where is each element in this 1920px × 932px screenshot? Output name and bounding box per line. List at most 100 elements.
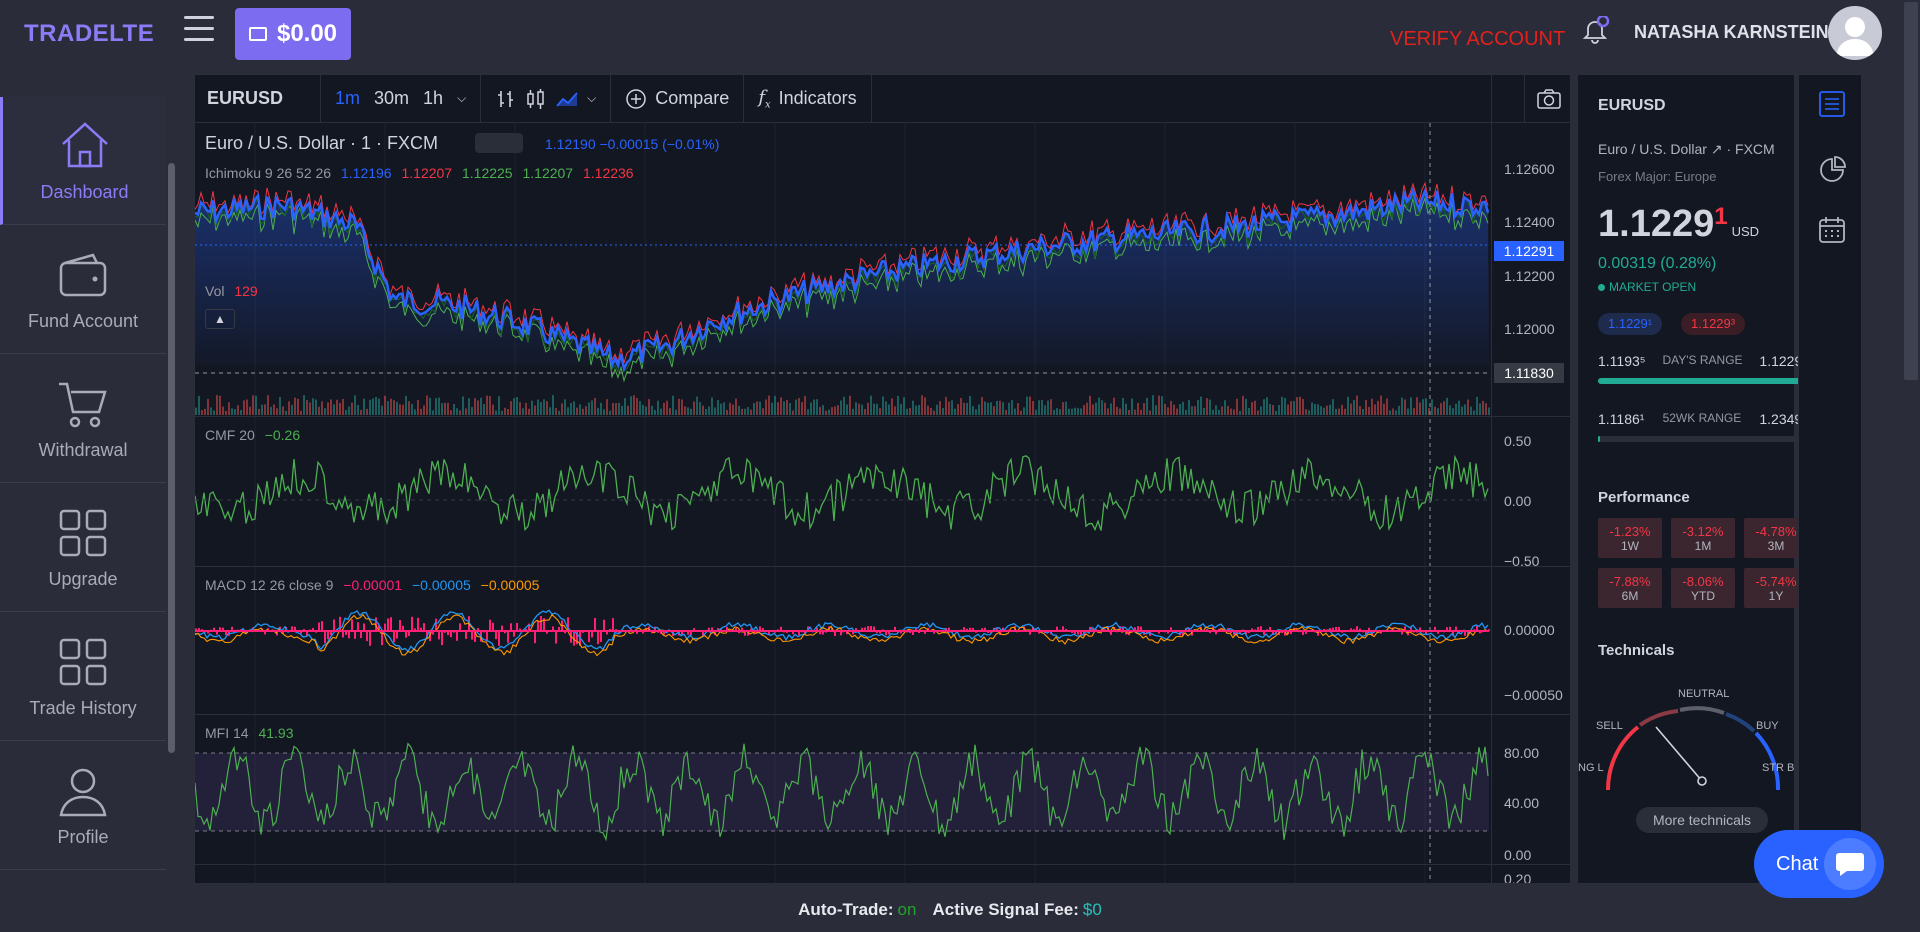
performance-period: 1Y: [1768, 588, 1784, 603]
mfi-pane: MFI 14 41.93: [195, 715, 1570, 865]
performance-cell[interactable]: -3.12% 1M: [1671, 518, 1735, 558]
details-symbol[interactable]: EURUSD: [1598, 97, 1666, 115]
market-status-label: MARKET OPEN: [1609, 280, 1697, 294]
wallet-icon: [59, 253, 107, 297]
bell-icon[interactable]: [1580, 16, 1610, 46]
macd-value: −0.00001: [343, 577, 403, 593]
axis-tick: 1.12000: [1504, 321, 1555, 337]
price-axis[interactable]: 1.12600 1.12400 1.12291 1.12200 1.12000 …: [1491, 75, 1570, 884]
sidebar-item-upgrade[interactable]: Upgrade: [0, 484, 166, 612]
performance-cell[interactable]: -7.88% 6M: [1598, 568, 1662, 608]
sidebar: Dashboard Fund Account Withdrawal Upgrad…: [0, 67, 176, 887]
axis-tick: 0.00: [1504, 493, 1532, 509]
page-scrollbar[interactable]: [1902, 0, 1920, 932]
ichimoku-legend[interactable]: Ichimoku 9 26 52 26 1.12196 1.12207 1.12…: [205, 165, 634, 181]
performance-period: 3M: [1767, 538, 1785, 553]
sidebar-item-label: Dashboard: [40, 182, 129, 202]
performance-cell[interactable]: -1.23% 1W: [1598, 518, 1662, 558]
performance-value: -3.12%: [1682, 523, 1724, 539]
status-footer: Auto-Trade: on Active Signal Fee: $0: [0, 888, 1900, 932]
axis-tick: 0.50: [1504, 433, 1532, 449]
performance-value: -7.88%: [1609, 573, 1651, 589]
macd-value: −0.00005: [480, 577, 540, 593]
details-name: Euro / U.S. Dollar ↗ · FXCM: [1598, 141, 1775, 157]
ichimoku-value: 1.12207: [522, 165, 574, 181]
list-icon[interactable]: [1817, 89, 1847, 119]
chat-bubble-icon: [1824, 838, 1876, 890]
sidebar-item-fund-account[interactable]: Fund Account: [0, 226, 166, 354]
axis-tick: 0.00: [1504, 847, 1532, 863]
grid-icon: [59, 638, 107, 686]
user-icon: [59, 768, 107, 817]
price-change: 0.00319 (0.28%): [1598, 255, 1717, 272]
chat-button[interactable]: Chat: [1754, 830, 1884, 898]
sidebar-item-withdrawal[interactable]: Withdrawal: [0, 355, 166, 483]
macd-value: −0.00005: [411, 577, 471, 593]
sidebar-item-label: Upgrade: [48, 569, 118, 589]
performance-cell[interactable]: -8.06% YTD: [1671, 568, 1735, 608]
visibility-toggle[interactable]: [475, 133, 523, 153]
sidebar-item-profile[interactable]: Profile: [0, 742, 166, 870]
sidebar-item-trade-history[interactable]: Trade History: [0, 613, 166, 741]
axis-tick: 40.00: [1504, 795, 1540, 811]
performance-title: Performance: [1598, 489, 1690, 506]
balance-value: $0.00: [276, 20, 338, 47]
username[interactable]: NATASHA KARNSTEIN: [1634, 22, 1829, 43]
chart-widget: EURUSD 1m 30m 1h ⌵ ⌵ Compare fx Indicato…: [194, 74, 1571, 884]
top-bar: TRADELTE $0.00 VERIFY ACCOUNT NATASHA KA…: [0, 0, 1920, 67]
gauge-buy-label: BUY: [1756, 720, 1779, 732]
gauge-strong-buy-label: STR B: [1762, 762, 1794, 774]
wallet-icon: [248, 27, 267, 41]
verify-account-link[interactable]: VERIFY ACCOUNT: [1390, 28, 1565, 51]
volume-value: 129: [234, 283, 258, 299]
home-icon: [61, 122, 108, 168]
external-link-icon[interactable]: ↗: [1711, 141, 1723, 157]
price-currency: USD: [1731, 224, 1760, 239]
macd-legend[interactable]: MACD 12 26 close 9 −0.00001 −0.00005 −0.…: [205, 577, 539, 593]
balance-button[interactable]: $0.00: [235, 8, 351, 60]
volume-legend[interactable]: Vol 129: [205, 283, 258, 299]
menu-icon[interactable]: [184, 16, 214, 42]
cart-icon: [59, 382, 107, 428]
performance-period: 1M: [1694, 538, 1712, 553]
chat-label: Chat: [1776, 852, 1819, 875]
performance-value: -8.06%: [1682, 573, 1724, 589]
macd-label: MACD 12 26 close 9: [205, 577, 334, 593]
axis-tick: 0.00000: [1504, 622, 1555, 638]
instrument-name[interactable]: Euro / U.S. Dollar: [1598, 141, 1707, 157]
performance-value: -4.78%: [1755, 523, 1797, 539]
chart-quote: 1.12190 −0.00015 (−0.01%): [545, 136, 720, 152]
mfi-legend[interactable]: MFI 14 41.93: [205, 725, 294, 741]
range-label: 52WK RANGE: [1662, 411, 1742, 425]
more-technicals-button[interactable]: More technicals: [1636, 807, 1768, 833]
symbol-details-panel: EURUSD Euro / U.S. Dollar ↗ · FXCM Forex…: [1577, 74, 1808, 884]
status-dot-icon: [1598, 284, 1605, 291]
calendar-icon[interactable]: [1817, 215, 1847, 245]
performance-period: YTD: [1691, 588, 1715, 603]
main-price-pane: Euro / U.S. Dollar · 1 · FXCM 1.12190 −0…: [195, 123, 1570, 417]
pie-chart-icon[interactable]: [1817, 155, 1847, 185]
widget-rail: [1798, 74, 1862, 884]
price-main: 1.1229: [1598, 203, 1715, 245]
performance-period: 1W: [1621, 538, 1639, 553]
gauge-strong-sell-label: NG L: [1578, 762, 1604, 774]
brand-logo[interactable]: TRADELTE: [24, 20, 154, 48]
range-low: 1.1193⁵: [1598, 353, 1646, 369]
performance-grid: -1.23% 1W -3.12% 1M -4.78% 3M -7.88% 6M -8.0…: [1598, 518, 1810, 608]
sidebar-item-dashboard[interactable]: Dashboard: [0, 97, 166, 225]
axis-tick: 0.20: [1504, 871, 1532, 884]
cmf-label: CMF 20: [205, 427, 255, 443]
range-label: DAY'S RANGE: [1662, 353, 1743, 367]
axis-tick: 1.12400: [1504, 214, 1555, 230]
technicals-title: Technicals: [1598, 642, 1675, 659]
performance-value: -1.23%: [1609, 523, 1651, 539]
crosshair-price-tag: 1.11830: [1494, 363, 1564, 383]
sidebar-item-label: Withdrawal: [38, 440, 128, 460]
cmf-legend[interactable]: CMF 20 −0.26: [205, 427, 300, 443]
technicals-gauge: NEUTRAL SELL BUY NG L STR B: [1578, 688, 1794, 791]
sidebar-item-label: Profile: [57, 827, 109, 847]
signal-fee-value: $0: [1082, 900, 1102, 919]
chevron-up-icon[interactable]: ▲: [205, 309, 235, 329]
avatar[interactable]: [1828, 6, 1882, 60]
sidebar-scrollbar[interactable]: [168, 163, 175, 753]
